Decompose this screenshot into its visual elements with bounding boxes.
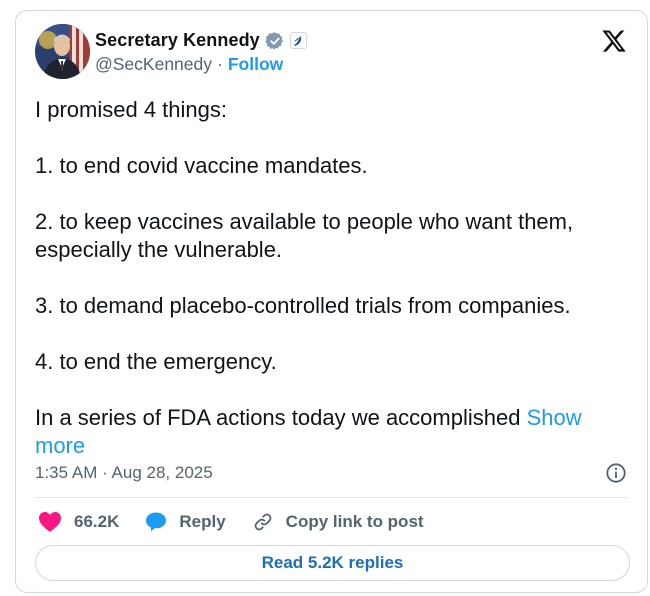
- follow-button[interactable]: Follow: [228, 54, 283, 75]
- speech-bubble-icon: [146, 512, 167, 532]
- author-handle-row: @SecKennedy · Follow: [95, 54, 283, 75]
- separator: ·: [217, 54, 223, 74]
- tweet-card[interactable]: Secretary Kennedy @SecKennedy · Follow I…: [15, 10, 648, 593]
- link-icon: [254, 513, 271, 531]
- copy-link-label: Copy link to post: [285, 512, 424, 531]
- x-logo-icon[interactable]: [601, 28, 627, 54]
- tweet-paragraph: 1. to end covid vaccine mandates.: [35, 153, 368, 178]
- author-name[interactable]: Secretary Kennedy: [95, 30, 260, 51]
- avatar[interactable]: [35, 24, 90, 79]
- heart-icon: [39, 512, 61, 532]
- tweet-last-line: In a series of FDA actions today we acco…: [35, 405, 521, 430]
- reply-label: Reply: [179, 512, 226, 531]
- tweet-paragraph: 4. to end the emergency.: [35, 349, 277, 374]
- tweet-paragraph: 2. to keep vaccines available to people …: [35, 209, 574, 262]
- tweet-paragraph: I promised 4 things:: [35, 97, 227, 122]
- divider: [35, 497, 628, 498]
- timestamp[interactable]: 1:35 AM · Aug 28, 2025: [35, 463, 213, 483]
- action-bar: 66.2K Reply Copy link to post: [38, 509, 450, 535]
- tweet-paragraph-last: In a series of FDA actions today we acco…: [35, 404, 625, 460]
- author-name-row: Secretary Kennedy: [95, 30, 307, 51]
- hhs-eagle-icon[interactable]: [289, 32, 307, 49]
- read-replies-button[interactable]: Read 5.2K replies: [35, 545, 630, 581]
- tweet-text: I promised 4 things: 1. to end covid vac…: [35, 96, 625, 460]
- reply-button[interactable]: Reply: [145, 511, 226, 533]
- like-count: 66.2K: [74, 512, 120, 531]
- author-handle[interactable]: @SecKennedy: [95, 54, 212, 75]
- copy-link-button[interactable]: Copy link to post: [252, 511, 424, 533]
- tweet-paragraph: 3. to demand placebo-controlled trials f…: [35, 293, 571, 318]
- like-button[interactable]: 66.2K: [38, 511, 119, 533]
- info-icon[interactable]: [605, 462, 627, 484]
- verified-badge-icon: [265, 31, 283, 50]
